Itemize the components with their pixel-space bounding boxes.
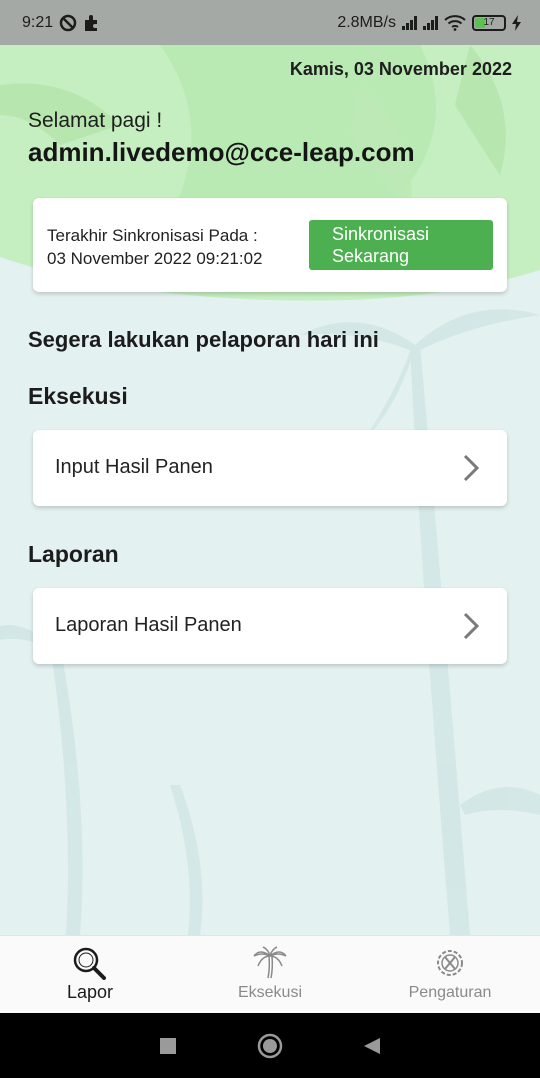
menu-item-label: Laporan Hasil Panen bbox=[55, 614, 242, 636]
home-icon[interactable] bbox=[257, 1033, 283, 1059]
settings-tools-icon bbox=[437, 950, 463, 976]
nav-label: Eksekusi bbox=[237, 984, 303, 1001]
back-icon[interactable] bbox=[363, 1037, 381, 1055]
wifi-icon bbox=[444, 14, 466, 31]
chevron-right-icon bbox=[463, 454, 479, 482]
laporan-hasil-panen-card[interactable]: Laporan Hasil Panen bbox=[33, 588, 507, 664]
battery-level: 17 bbox=[483, 16, 495, 28]
last-sync-label: Terakhir Sinkronisasi Pada : bbox=[47, 226, 258, 245]
sync-now-button-line2: Sekarang bbox=[332, 246, 410, 266]
palm-tree-icon bbox=[253, 946, 287, 979]
signal-icon bbox=[423, 15, 438, 30]
do-not-disturb-icon bbox=[59, 14, 77, 31]
section-title-eksekusi: Eksekusi bbox=[28, 383, 128, 409]
charging-icon bbox=[512, 14, 521, 31]
home-screen: Kamis, 03 November 2022 Selamat pagi ! a… bbox=[0, 45, 540, 935]
magnifier-icon bbox=[73, 947, 106, 980]
recent-apps-icon[interactable] bbox=[159, 1037, 177, 1055]
user-email: admin.livedemo@cce-leap.com bbox=[28, 137, 415, 167]
input-hasil-panen-card[interactable]: Input Hasil Panen bbox=[33, 430, 507, 506]
puzzle-icon bbox=[85, 14, 98, 31]
report-reminder: Segera lakukan pelaporan hari ini bbox=[28, 327, 379, 352]
network-speed: 2.8MB/s bbox=[337, 13, 396, 31]
last-sync-time: 03 November 2022 09:21:02 bbox=[47, 249, 263, 268]
signal-icon bbox=[402, 15, 417, 30]
status-bar: 9:21 2.8MB/s 17 bbox=[0, 0, 540, 45]
sync-now-button-line1: Sinkronisasi bbox=[332, 224, 430, 244]
system-navigation-bar bbox=[0, 1013, 540, 1078]
status-time: 9:21 bbox=[22, 13, 54, 31]
bottom-navigation: Lapor Eksekusi Pengaturan bbox=[0, 935, 540, 1013]
battery-icon: 17 bbox=[472, 14, 506, 31]
nav-label: Pengaturan bbox=[408, 984, 492, 1001]
sync-now-button[interactable]: Sinkronisasi Sekarang bbox=[309, 220, 493, 270]
greeting-text: Selamat pagi ! bbox=[28, 109, 163, 132]
section-title-laporan: Laporan bbox=[28, 541, 119, 567]
nav-label: Lapor bbox=[66, 982, 114, 1002]
nav-item-lapor[interactable]: Lapor bbox=[0, 936, 180, 1013]
menu-item-label: Input Hasil Panen bbox=[55, 456, 213, 478]
nav-item-pengaturan[interactable]: Pengaturan bbox=[360, 936, 540, 1013]
last-sync-info: Terakhir Sinkronisasi Pada : 03 November… bbox=[47, 224, 263, 270]
nav-item-eksekusi[interactable]: Eksekusi bbox=[180, 936, 360, 1013]
current-date: Kamis, 03 November 2022 bbox=[289, 59, 512, 79]
sync-card: Terakhir Sinkronisasi Pada : 03 November… bbox=[33, 198, 507, 292]
chevron-right-icon bbox=[463, 612, 479, 640]
